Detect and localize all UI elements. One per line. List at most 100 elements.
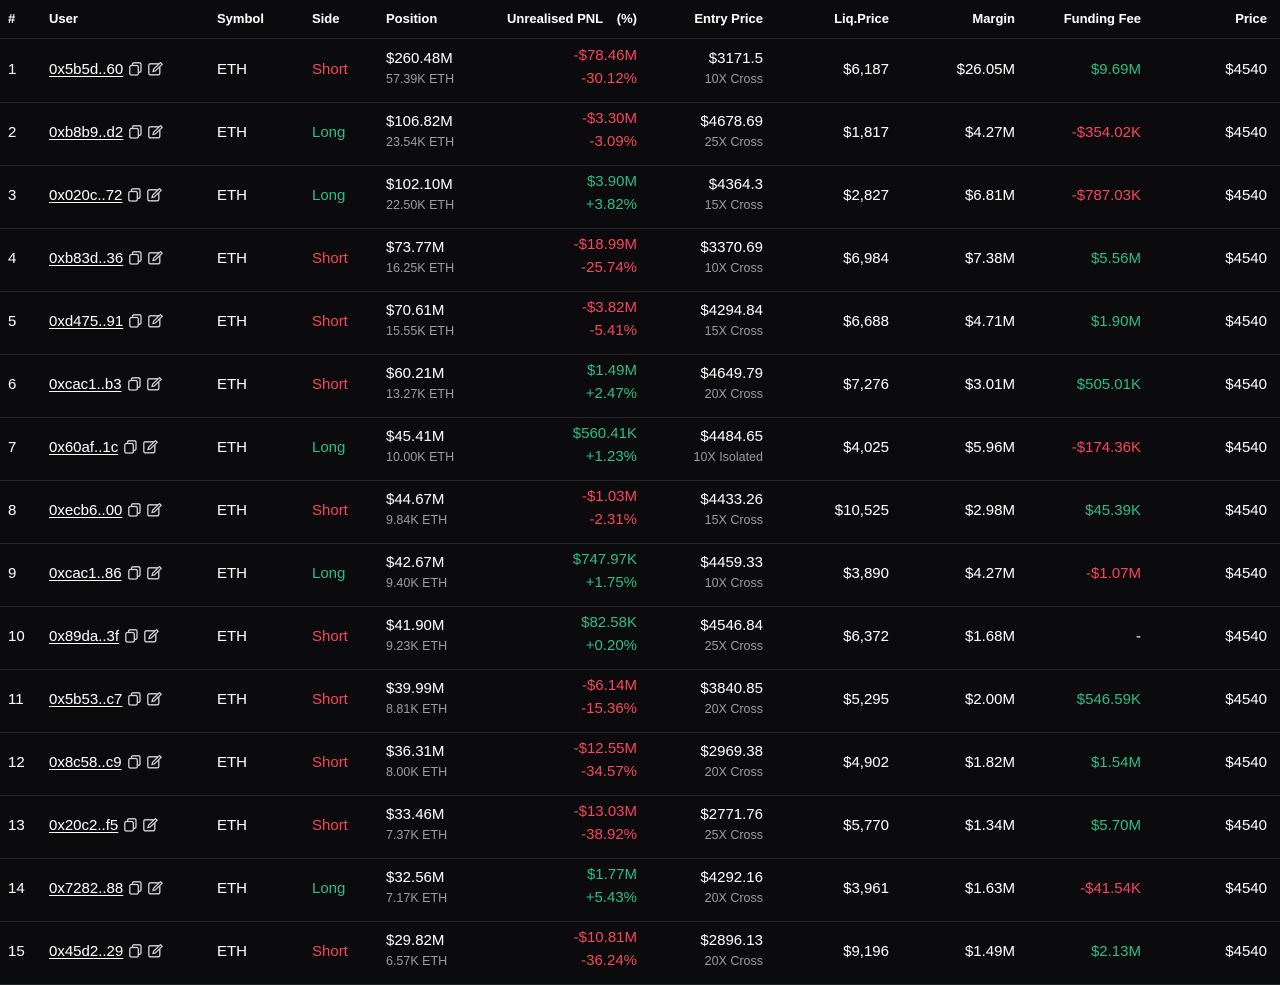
copy-icon[interactable] [127, 377, 141, 391]
edit-icon[interactable] [148, 881, 164, 895]
funding-fee: $5.56M [1090, 250, 1141, 267]
unrealised-pnl: $1.49M [586, 362, 637, 379]
price: $4540 [1225, 187, 1267, 204]
header-funding-fee[interactable]: Funding Fee [1064, 11, 1141, 26]
funding-fee: $546.59K [1076, 691, 1141, 708]
row-number: 4 [8, 250, 17, 267]
edit-icon[interactable] [146, 566, 162, 580]
funding-fee: -$354.02K [1071, 124, 1141, 141]
entry-price: $3171.5 [708, 50, 763, 67]
symbol: ETH [217, 880, 247, 897]
header-pnl-percent[interactable]: (%) [617, 11, 637, 26]
row-number: 14 [8, 880, 25, 897]
unrealised-pnl: -$78.46M [573, 47, 637, 64]
funding-fee: $1.54M [1090, 754, 1141, 771]
edit-icon[interactable] [147, 188, 163, 202]
position-quantity: 23.54K ETH [386, 135, 455, 149]
user-address-link[interactable]: 0xcac1..b3 [49, 376, 122, 393]
liq-price: $7,276 [843, 376, 889, 393]
leverage: 10X Isolated [693, 450, 764, 464]
header-price[interactable]: Price [1235, 11, 1267, 26]
edit-icon[interactable] [146, 377, 162, 391]
copy-icon[interactable] [128, 188, 142, 202]
copy-icon[interactable] [127, 566, 141, 580]
entry-price: $4292.16 [700, 869, 763, 886]
edit-icon[interactable] [143, 440, 159, 454]
row-number: 5 [8, 313, 17, 330]
edit-icon[interactable] [148, 944, 164, 958]
copy-icon[interactable] [129, 314, 142, 328]
user-cell: 0x89da..3f [49, 628, 160, 645]
copy-icon[interactable] [125, 629, 138, 643]
edit-icon[interactable] [148, 314, 164, 328]
margin: $1.63M [964, 880, 1015, 897]
edit-icon[interactable] [147, 692, 163, 706]
copy-icon[interactable] [128, 503, 142, 517]
header-side[interactable]: Side [312, 11, 339, 26]
header-position[interactable]: Position [386, 11, 437, 26]
user-address-link[interactable]: 0x5b53..c7 [49, 691, 122, 708]
table-row: 12 0x8c58..c9 ETH Short $36.31M 8.00K ET… [0, 732, 1280, 796]
table-row: 2 0xb8b9..d2 ETH Long $106.82M 23.54K ET… [0, 102, 1280, 166]
edit-icon[interactable] [144, 629, 160, 643]
pnl-percent: -38.92% [581, 826, 637, 843]
copy-icon[interactable] [128, 692, 142, 706]
position-value: $60.21M [386, 365, 445, 382]
header-liq-price[interactable]: Liq.Price [834, 11, 889, 26]
copy-icon[interactable] [124, 440, 137, 454]
user-address-link[interactable]: 0xb83d..36 [49, 250, 123, 267]
user-address-link[interactable]: 0x60af..1c [49, 439, 118, 456]
copy-icon[interactable] [124, 818, 137, 832]
user-address-link[interactable]: 0x20c2..f5 [49, 817, 118, 834]
entry-price: $4459.33 [700, 554, 763, 571]
edit-icon[interactable] [148, 62, 164, 76]
user-address-link[interactable]: 0xd475..91 [49, 313, 123, 330]
user-cell: 0x7282..88 [49, 880, 164, 897]
user-address-link[interactable]: 0x020c..72 [49, 187, 122, 204]
copy-icon[interactable] [129, 881, 142, 895]
row-number: 6 [8, 376, 17, 393]
header-entry-price[interactable]: Entry Price [694, 11, 763, 26]
unrealised-pnl: -$3.82M [581, 299, 637, 316]
symbol: ETH [217, 943, 247, 960]
header-margin[interactable]: Margin [972, 11, 1015, 26]
user-address-link[interactable]: 0x89da..3f [49, 628, 119, 645]
margin: $4.27M [964, 565, 1015, 582]
position-value: $260.48M [386, 50, 453, 67]
row-number: 13 [8, 817, 25, 834]
user-address-link[interactable]: 0x8c58..c9 [49, 754, 122, 771]
unrealised-pnl: $3.90M [586, 173, 637, 190]
side: Long [312, 124, 346, 141]
symbol: ETH [217, 61, 247, 78]
header-user[interactable]: User [49, 11, 78, 26]
user-address-link[interactable]: 0xecb6..00 [49, 502, 122, 519]
header-symbol[interactable]: Symbol [217, 11, 264, 26]
symbol: ETH [217, 439, 247, 456]
pnl-percent: -2.31% [589, 511, 637, 528]
edit-icon[interactable] [146, 755, 162, 769]
edit-icon[interactable] [148, 251, 164, 265]
copy-icon[interactable] [129, 125, 142, 139]
copy-icon[interactable] [129, 944, 142, 958]
header-num[interactable]: # [8, 11, 15, 26]
edit-icon[interactable] [143, 818, 159, 832]
user-address-link[interactable]: 0x45d2..29 [49, 943, 123, 960]
position-quantity: 15.55K ETH [386, 324, 455, 338]
copy-icon[interactable] [129, 62, 142, 76]
copy-icon[interactable] [129, 251, 142, 265]
table-row: 5 0xd475..91 ETH Short $70.61M 15.55K ET… [0, 291, 1280, 355]
margin: $1.82M [964, 754, 1015, 771]
pnl-percent: +0.20% [585, 637, 637, 654]
liq-price: $5,295 [843, 691, 889, 708]
header-unrealised-pnl[interactable]: Unrealised PNL [507, 11, 603, 26]
edit-icon[interactable] [147, 503, 163, 517]
liq-price: $6,372 [843, 628, 889, 645]
edit-icon[interactable] [148, 125, 164, 139]
side: Short [312, 628, 348, 645]
copy-icon[interactable] [127, 755, 141, 769]
user-address-link[interactable]: 0x7282..88 [49, 880, 123, 897]
user-address-link[interactable]: 0x5b5d..60 [49, 61, 123, 78]
user-address-link[interactable]: 0xb8b9..d2 [49, 124, 123, 141]
table-row: 6 0xcac1..b3 ETH Short $60.21M 13.27K ET… [0, 354, 1280, 418]
user-address-link[interactable]: 0xcac1..86 [49, 565, 122, 582]
